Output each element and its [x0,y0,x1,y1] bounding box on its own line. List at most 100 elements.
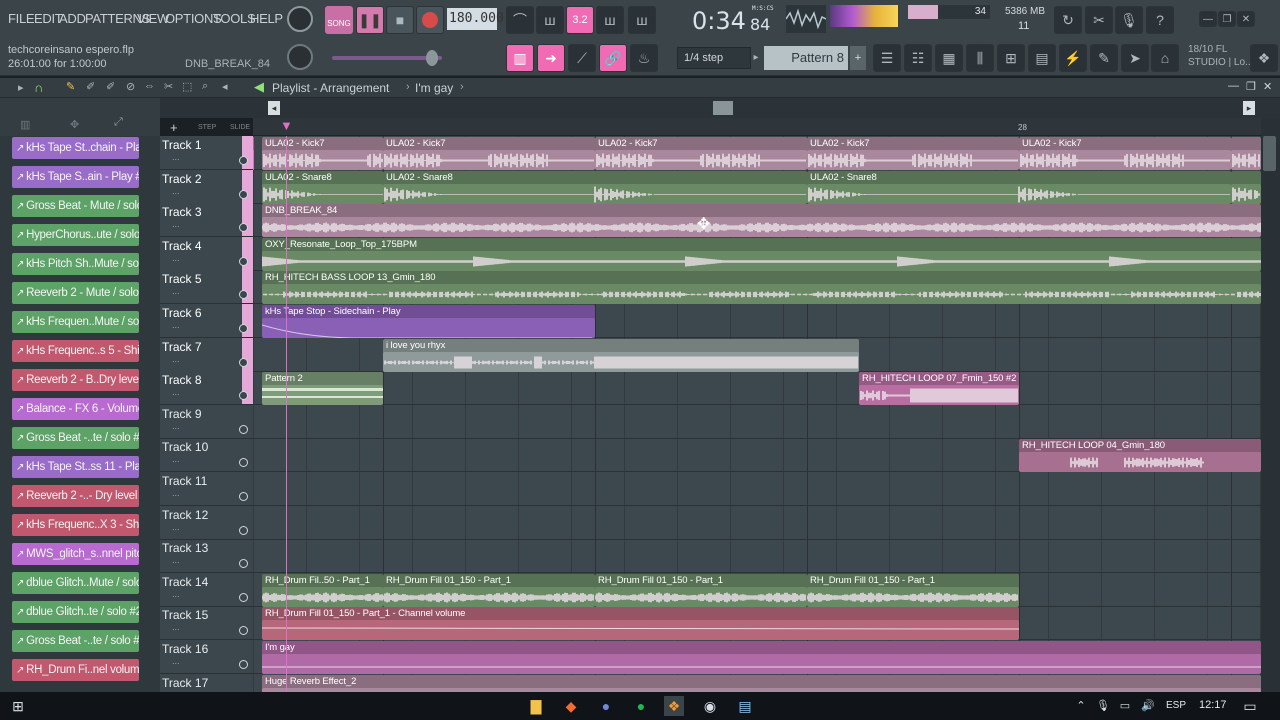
picker-item[interactable]: ↗ kHs Frequen..Mute / solo [12,311,139,333]
picker-item[interactable]: ↗ Reeverb 2 - Mute / solo [12,282,139,304]
audio-clip[interactable]: RH_HITECH BASS LOOP 13_Gmin_180 [262,271,1261,304]
cut-icon[interactable]: ✂ [1085,6,1113,34]
menu-add[interactable]: ADD [59,11,86,26]
track-options-dots[interactable]: ... [172,522,180,532]
track-options-dots[interactable]: ... [172,622,180,632]
track-header[interactable]: Track 2... [160,170,253,204]
tools-icon[interactable]: ✎ [1090,44,1118,72]
picker-item[interactable]: ↗ Gross Beat -..te / solo #2 [12,427,139,449]
track-options-dots[interactable]: ... [172,387,180,397]
undo-icon[interactable]: ↻ [1054,6,1082,34]
track-options-dots[interactable]: ... [172,421,180,431]
audio-clip[interactable] [1231,171,1261,204]
playlist-menu-arrow-icon[interactable]: ▸ [18,81,24,94]
track-options-dots[interactable]: ... [172,186,180,196]
fl-studio-taskbar-icon[interactable]: ❖ [664,696,684,716]
add-track-button[interactable]: + [170,120,178,135]
track-lane[interactable] [253,405,1261,439]
picker-item[interactable]: ↗ kHs Tape S..ain - Play #2 [12,166,139,188]
help-icon[interactable]: ? [1146,6,1174,34]
arrangement-dropdown-arrow-icon[interactable]: › [460,81,464,93]
tray-network-icon[interactable]: ▭ [1115,696,1135,716]
link-icon[interactable]: 🔗 [599,44,627,72]
track-header[interactable]: Track 1... [160,136,253,170]
track-header[interactable]: Track 7... [160,338,253,372]
audio-clip[interactable]: ULA02 - Kick7 [1019,137,1231,170]
mute-tool-icon[interactable]: ⊘ [126,80,135,93]
picker-item[interactable]: ↗ MWS_glitch_s..nnel pitch [12,543,139,565]
picker-item[interactable]: ↗ Reeverb 2 - B..Dry level [12,369,139,391]
taskbar-clock[interactable]: 12:17 [1199,699,1227,711]
playlist-lanes[interactable]: ULA02 - Kick7 ULA02 - Kick7 ULA02 - Kick7 U… [253,136,1261,692]
files-icon[interactable]: ▤ [1028,44,1056,72]
track-header[interactable]: Track 5... [160,270,253,304]
shop-icon[interactable]: ⌂ [1151,44,1179,72]
automation-clip[interactable]: RH_Drum Fill 01_150 - Part_1 - Channel v… [262,607,1019,640]
pattern-selector[interactable]: Pattern 8 [764,46,848,70]
song-time-display[interactable]: 0:34 84 M:S:CS [662,3,777,37]
microphone-icon[interactable]: 🎙 [1115,6,1143,34]
audio-clip[interactable]: RH_Drum Fil..50 - Part_1 [262,574,383,607]
audio-clip[interactable]: RH_HITECH LOOP 04_Gmin_180 [1019,439,1261,472]
overview-thumb[interactable] [713,101,733,115]
track-header[interactable]: Track 16... [160,640,253,674]
track-options-dots[interactable]: ... [172,253,180,263]
vertical-scrollbar[interactable] [1261,118,1280,692]
close-button[interactable]: ✕ [1237,11,1255,27]
picker-item[interactable]: ↗ Gross Beat - Mute / solo [12,195,139,217]
playlist-close-button[interactable]: ✕ [1263,80,1272,93]
track-options-dots[interactable]: ... [172,589,180,599]
track-header[interactable]: Track 11... [160,472,253,506]
vertical-scroll-thumb[interactable] [1263,136,1276,171]
audio-clip[interactable]: ULA02 - Snare8 [262,171,383,204]
picker-item[interactable]: ↗ kHs Tape St..chain - Play [12,137,139,159]
restore-button[interactable]: ❐ [1218,11,1236,27]
language-indicator[interactable]: ESP [1166,700,1186,711]
audio-clip[interactable]: ULA02 - Kick7 [595,137,807,170]
pause-button[interactable]: ❚❚ [356,6,384,34]
track-options-dots[interactable]: ... [172,354,180,364]
track-header[interactable]: Track 8... [160,371,253,405]
menu-tools[interactable]: TOOLS [213,11,256,26]
picker-item[interactable]: ↗ kHs Pitch Sh..Mute / solo [12,253,139,275]
audio-clip[interactable]: ULA02 - Kick7 [807,137,1019,170]
magnet-icon[interactable]: ∩ [34,80,43,95]
track-header[interactable]: Track 12... [160,506,253,540]
track-options-dots[interactable]: ... [172,454,180,464]
track-header[interactable]: Track 14... [160,573,253,607]
arrow-right-icon[interactable]: ➜ [537,44,565,72]
track-header[interactable]: Track 15... [160,606,253,640]
picker-item[interactable]: ↗ Balance - FX 6 - Volume [12,398,139,420]
select-tool-icon[interactable]: ⬚ [182,80,192,93]
track-lane[interactable] [253,506,1261,540]
timeline-ruler[interactable]: ▼ 28 [253,118,1261,136]
track-mute-led[interactable] [239,626,248,635]
track-mute-led[interactable] [239,391,248,400]
automation-clip[interactable]: Huge Reverb Effect_2 [262,675,1261,692]
track-options-dots[interactable]: ... [172,656,180,666]
audio-clip[interactable]: ULA02 - Kick7 [262,137,383,170]
track-mute-led[interactable] [239,190,248,199]
draw-tool-icon[interactable]: ✎ [66,80,75,93]
picker-toggle-icon[interactable]: ▥ [20,118,30,131]
record-button[interactable] [416,6,444,34]
track-mute-led[interactable] [239,492,248,501]
track-mute-led[interactable] [239,324,248,333]
notifications-icon[interactable]: ▭ [1240,696,1260,716]
discord-icon[interactable]: ● [596,696,616,716]
tempo-display[interactable]: 180.000 [447,8,504,30]
plugin-icon[interactable]: ⚡ [1059,44,1087,72]
picker-item[interactable]: ↗ Reeverb 2 -..- Dry level [12,485,139,507]
track-header[interactable]: Track 3... [160,203,253,237]
picker-item[interactable]: ↗ kHs Frequenc..X 3 - Shift [12,514,139,536]
track-lane[interactable] [253,371,1261,405]
master-pitch-knob[interactable] [287,44,313,70]
tray-volume-icon[interactable]: 🔊 [1138,696,1158,716]
tray-mic-icon[interactable]: 🎙 [1093,696,1113,716]
scroll-right-button[interactable]: ▸ [1243,101,1255,115]
playlist-minimize-button[interactable]: — [1228,80,1239,92]
audio-clip[interactable]: ULA02 - Snare8 [807,171,1231,204]
master-volume-knob[interactable] [287,6,313,32]
arrangement-name[interactable]: I'm gay [415,81,453,95]
minimize-button[interactable]: — [1199,11,1217,27]
